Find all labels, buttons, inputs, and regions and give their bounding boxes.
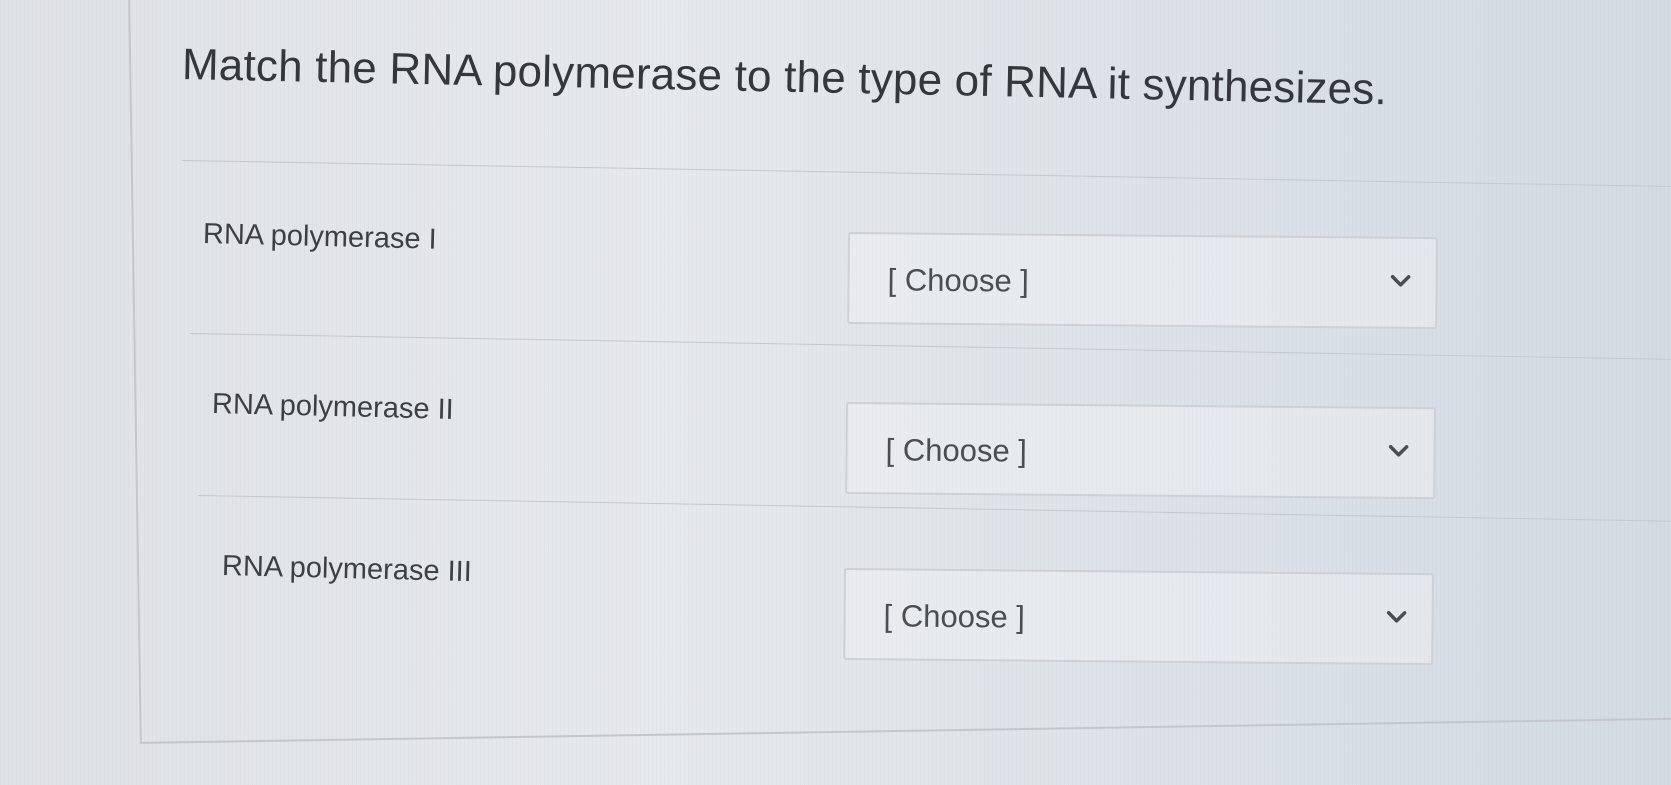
quiz-page: Match the RNA polymerase to the type of … <box>0 0 1671 785</box>
select-polymerase-ii[interactable]: [ Choose ] <box>845 402 1436 500</box>
chevron-down-icon <box>1386 611 1407 623</box>
select-value: [ Choose ] <box>887 262 1030 299</box>
select-value: [ Choose ] <box>883 598 1026 635</box>
chevron-down-icon <box>1390 275 1411 287</box>
select-value: [ Choose ] <box>885 432 1028 469</box>
row-label-polymerase-ii: RNA polymerase II <box>211 388 455 426</box>
select-polymerase-i[interactable]: [ Choose ] <box>847 232 1438 330</box>
chevron-down-icon <box>1388 445 1409 457</box>
row-label-polymerase-iii: RNA polymerase III <box>221 550 473 589</box>
select-polymerase-iii[interactable]: [ Choose ] <box>843 568 1434 666</box>
row-label-polymerase-i: RNA polymerase I <box>202 218 438 256</box>
